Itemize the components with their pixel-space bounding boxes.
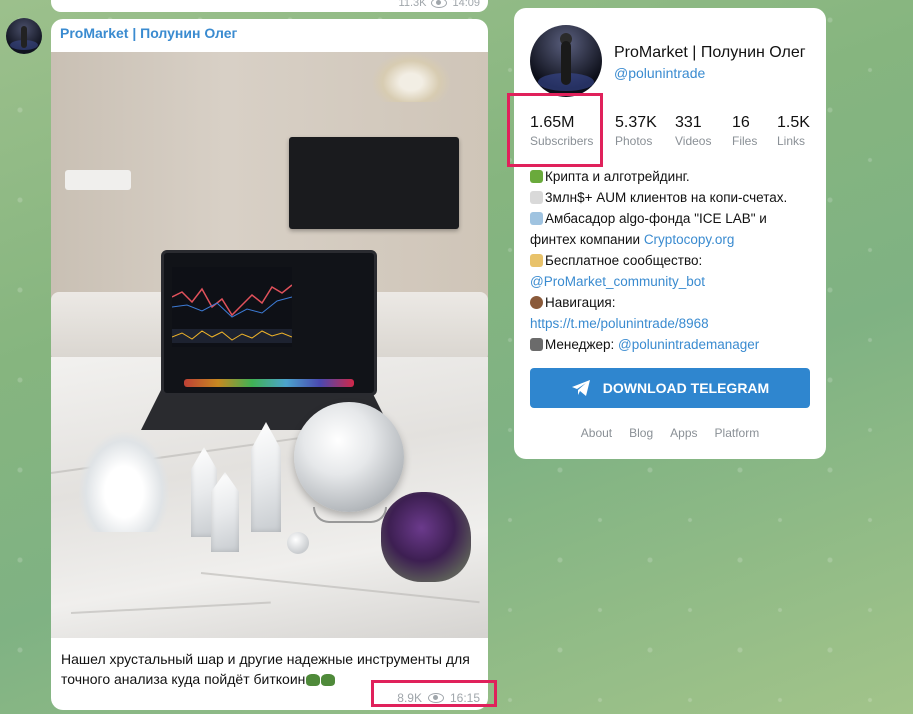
channel-avatar-large[interactable] [530, 25, 602, 97]
golf-flag-icon [530, 170, 543, 183]
wand-icon [530, 254, 543, 267]
wave-icon [530, 212, 543, 225]
previous-post: 11.3K 14:09 [51, 0, 488, 12]
channel-description: Крипта и алготрейдинг. 3млн$+ AUM клиент… [530, 169, 788, 352]
cryptocopy-link[interactable]: Cryptocopy.org [644, 232, 735, 247]
post-photo[interactable] [51, 52, 488, 638]
stat-links[interactable]: 1.5K Links [777, 114, 817, 148]
navigation-link[interactable]: https://t.me/polunintrade/8968 [530, 316, 709, 331]
caption-line-2: точного анализа куда пойдёт биткоин [61, 671, 306, 687]
checkmark-icon [530, 338, 543, 351]
channel-name: ProMarket | Полунин Олег [614, 44, 806, 61]
footer-link-blog[interactable]: Blog [629, 426, 653, 440]
post-card: ProMarket | Полунин Олег Нашел хрустальн… [51, 19, 488, 710]
stat-photos[interactable]: 5.37K Photos [615, 114, 675, 148]
highlight-box-post-meta [371, 680, 497, 707]
manager-link[interactable]: @polunintrademanager [618, 337, 759, 352]
frog-emoji-icon [321, 674, 336, 686]
dice-icon [530, 191, 543, 204]
previous-post-meta: 11.3K 14:09 [399, 0, 480, 9]
highlight-box-subscribers [507, 93, 603, 167]
download-telegram-button[interactable]: DOWNLOAD TELEGRAM [530, 368, 810, 408]
channel-avatar[interactable] [6, 18, 42, 54]
post-author[interactable]: ProMarket | Полунин Олег [60, 25, 237, 41]
channel-info-card: ProMarket | Полунин Олег @polunintrade 1… [514, 8, 826, 459]
footer-links: About Blog Apps Platform [514, 426, 826, 440]
footer-link-about[interactable]: About [581, 426, 612, 440]
stat-files[interactable]: 16 Files [732, 114, 777, 148]
frog-emoji-icon [306, 674, 321, 686]
channel-handle[interactable]: @polunintrade [614, 65, 705, 81]
previous-post-time: 14:09 [452, 0, 480, 9]
telegram-plane-icon [571, 380, 590, 396]
eye-icon [431, 0, 448, 8]
previous-post-views: 11.3K [398, 0, 427, 9]
stat-videos[interactable]: 331 Videos [675, 114, 732, 148]
community-bot-link[interactable]: @ProMarket_community_bot [530, 274, 705, 289]
caption-line-1: Нашел хрустальный шар и другие надежные … [61, 651, 470, 667]
footer-link-platform[interactable]: Platform [715, 426, 760, 440]
eye-emoji-icon [530, 296, 543, 309]
footer-link-apps[interactable]: Apps [670, 426, 697, 440]
